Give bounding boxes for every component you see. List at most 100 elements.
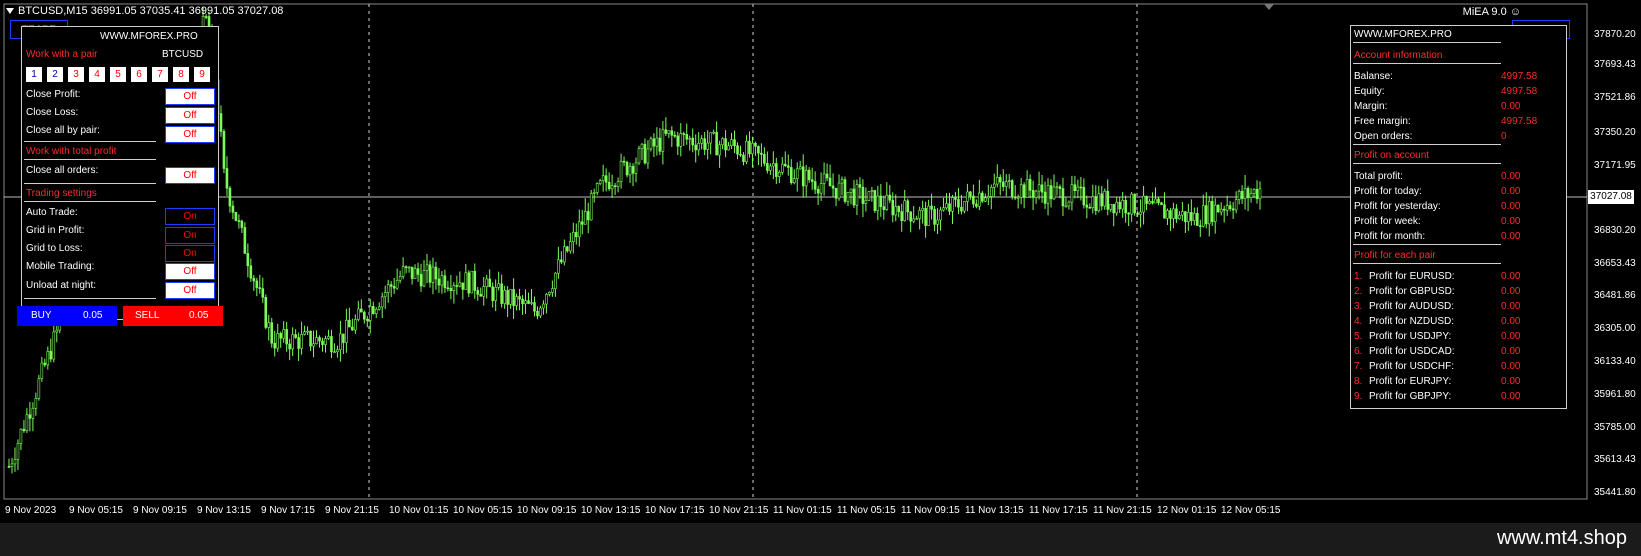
candle-body [795, 168, 799, 180]
pair-profit-label: Profit for EURJPY: [1369, 376, 1452, 387]
pair-number-5[interactable]: 5 [110, 67, 126, 82]
candle-body [879, 195, 883, 207]
candle-body [291, 334, 294, 350]
pair-number-3[interactable]: 3 [68, 67, 84, 82]
candle-body [1040, 184, 1044, 193]
candle-body [401, 266, 405, 277]
pair-number-4[interactable]: 4 [89, 67, 105, 82]
candle-body [930, 205, 933, 210]
candle-body [586, 211, 590, 221]
candle-body [1207, 201, 1211, 225]
candle-body [837, 182, 841, 199]
candle-body [497, 283, 500, 288]
sell-button[interactable]: SELL 0.05 [123, 306, 223, 326]
candle-body [1190, 212, 1193, 221]
candle-body [524, 300, 527, 305]
candle-body [1255, 189, 1259, 200]
candle-body [1022, 184, 1026, 198]
candle-body [751, 142, 754, 155]
candle-body [404, 266, 408, 269]
candle-body [336, 349, 339, 353]
candle-body [28, 414, 32, 419]
candle-body [595, 183, 599, 193]
divider [24, 298, 156, 299]
candle-body [1055, 186, 1059, 189]
candle-body [855, 184, 859, 206]
candle-body [377, 306, 381, 310]
candle-body [1118, 201, 1121, 210]
price-axis-label: 35441.80 [1594, 487, 1636, 498]
candle-body [571, 232, 575, 242]
candle-body [792, 178, 796, 184]
close-all-pair-toggle[interactable]: Off [165, 126, 215, 143]
buy-button[interactable]: BUY 0.05 [17, 306, 117, 326]
balance-value: 4997.58 [1501, 71, 1538, 82]
candle-body [1031, 190, 1035, 198]
candle-body [712, 131, 715, 134]
pair-number-6[interactable]: 6 [131, 67, 147, 82]
candle-body [921, 208, 924, 211]
candle-body [354, 319, 357, 331]
close-profit-label: Close Profit: [26, 89, 81, 100]
candle-body [604, 175, 608, 183]
pair-number-7[interactable]: 7 [152, 67, 168, 82]
candle-body [670, 130, 674, 136]
unload-night-toggle[interactable]: Off [165, 282, 215, 299]
mobile-trading-toggle[interactable]: Off [165, 263, 215, 280]
candle-body [989, 186, 993, 197]
candle-body [619, 160, 623, 182]
close-loss-toggle[interactable]: Off [165, 107, 215, 124]
candle-body [1201, 205, 1205, 227]
total-profit-value: 0.00 [1501, 171, 1521, 182]
candle-body [1145, 195, 1148, 204]
candle-body [371, 306, 375, 314]
candle-body [434, 266, 438, 280]
profit-today-label: Profit for today: [1354, 186, 1422, 197]
candle-body [509, 289, 512, 305]
time-axis-label: 10 Nov 09:15 [517, 505, 577, 516]
candle-body [1067, 201, 1071, 207]
pair-number-1[interactable]: 1 [26, 67, 42, 82]
candle-body [888, 194, 892, 201]
candle-body [897, 206, 901, 212]
free-margin-label: Free margin: [1354, 116, 1411, 127]
candle-body [1228, 205, 1232, 210]
close-all-orders-toggle[interactable]: Off [165, 167, 215, 184]
price-axis-label: 37350.20 [1594, 127, 1636, 138]
pair-index: 9. [1354, 391, 1363, 402]
candle-body [219, 113, 223, 132]
candle-body [828, 177, 832, 187]
close-profit-toggle[interactable]: Off [165, 88, 215, 105]
grid-loss-label: Grid to Loss: [26, 243, 83, 254]
candle-body [673, 134, 677, 137]
candle-body [1157, 198, 1160, 204]
auto-trade-toggle[interactable]: On [165, 208, 215, 225]
candle-body [22, 428, 26, 431]
candle-body [464, 272, 468, 290]
candle-body [801, 166, 805, 187]
candle-body [234, 212, 238, 221]
time-axis-label: 11 Nov 17:15 [1029, 505, 1088, 516]
candle-body [646, 148, 650, 164]
pair-profit-label: Profit for AUDUSD: [1369, 301, 1455, 312]
pair-number-8[interactable]: 8 [173, 67, 189, 82]
pair-number-2[interactable]: 2 [47, 67, 63, 82]
pair-number-9[interactable]: 9 [194, 67, 210, 82]
candle-body [231, 205, 235, 213]
candle-body [1184, 211, 1187, 222]
candle-body [1073, 184, 1077, 191]
unload-night-label: Unload at night: [26, 280, 97, 291]
grid-loss-toggle[interactable]: On [165, 245, 215, 262]
candle-body [365, 318, 369, 321]
candle-body [386, 284, 390, 293]
free-margin-value: 4997.58 [1501, 116, 1538, 127]
candle-body [810, 179, 814, 182]
candle-body [664, 129, 668, 134]
candle-body [321, 340, 324, 345]
candle-body [972, 195, 975, 205]
candle-body [485, 278, 489, 287]
dropdown-triangle-icon[interactable] [6, 8, 14, 15]
candle-body [954, 197, 957, 200]
candle-body [348, 319, 351, 328]
grid-profit-toggle[interactable]: On [165, 227, 215, 244]
